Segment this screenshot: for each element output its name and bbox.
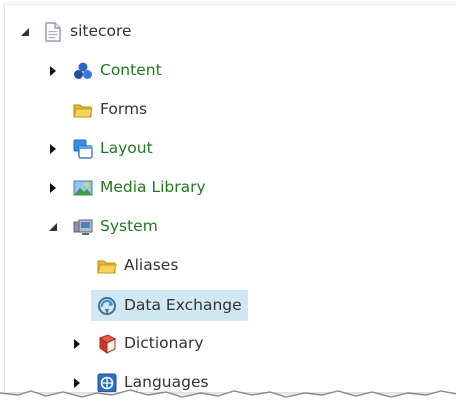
tree-node-forms[interactable]: Forms (73, 95, 147, 125)
tree-node-data-exchange[interactable]: Data Exchange (91, 290, 248, 321)
tree-node-aliases[interactable]: Aliases (97, 251, 178, 281)
tree-node-system[interactable]: System (47, 212, 158, 242)
tree-node-label: Aliases (124, 256, 179, 275)
expand-toggle-icon[interactable] (71, 338, 83, 350)
tree-node-label: Media Library (100, 178, 206, 197)
tree-node-label: Layout (100, 139, 153, 158)
tree-node-label: Dictionary (124, 334, 204, 353)
tree-node-layout[interactable]: Layout (47, 134, 153, 164)
tree-node-label: Data Exchange (124, 295, 242, 314)
collapse-toggle-icon[interactable] (19, 26, 31, 38)
tree-node-content[interactable]: Content (47, 56, 162, 86)
folder-icon (97, 256, 117, 276)
content-icon (73, 61, 93, 81)
page-icon (43, 22, 63, 42)
tree-node-label: sitecore (70, 22, 132, 41)
data-exchange-icon (97, 296, 117, 316)
collapse-toggle-icon[interactable] (47, 221, 59, 233)
tree-node-label: Content (100, 61, 162, 80)
tree-node-dictionary[interactable]: Dictionary (71, 329, 204, 359)
tree-node-label: System (100, 217, 158, 236)
expand-toggle-icon[interactable] (47, 143, 59, 155)
tree-node-label: Forms (100, 100, 148, 119)
media-library-icon (73, 178, 93, 198)
tree-node-media-library[interactable]: Media Library (47, 173, 206, 203)
dictionary-icon (97, 334, 117, 354)
expand-toggle-icon[interactable] (47, 182, 59, 194)
layout-icon (73, 139, 93, 159)
folder-icon (73, 100, 93, 120)
content-tree-panel: sitecore Content Forms Layout Media Libr… (4, 4, 456, 392)
expand-toggle-icon[interactable] (47, 65, 59, 77)
tree-node-sitecore[interactable]: sitecore (19, 17, 132, 47)
system-icon (73, 217, 93, 237)
torn-edge-decoration (0, 389, 456, 401)
